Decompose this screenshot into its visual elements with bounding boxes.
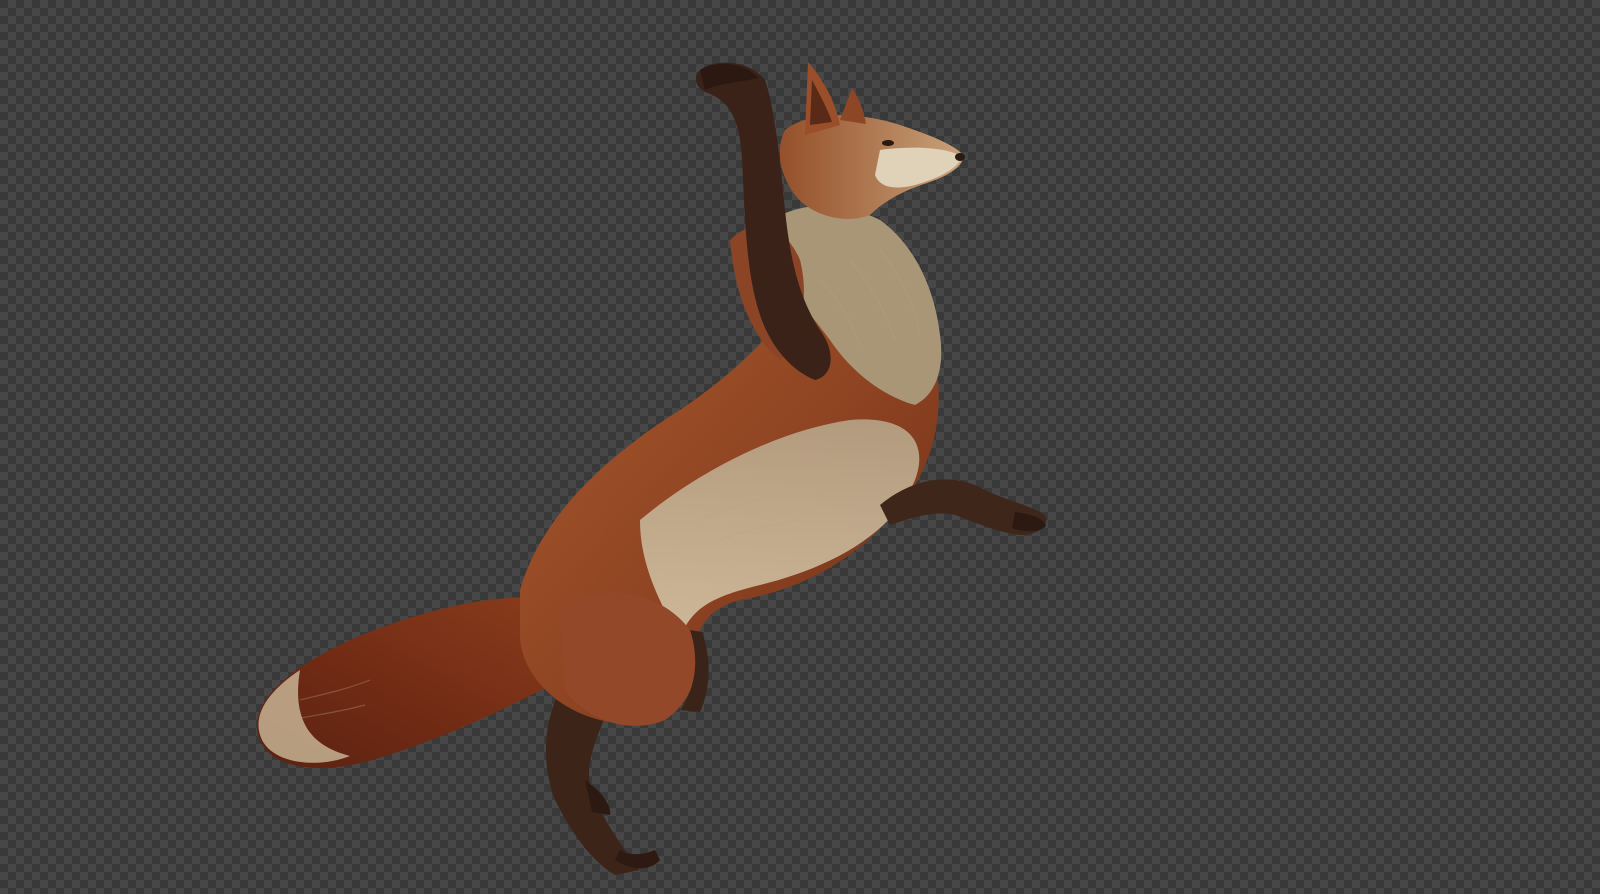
fox-figure-icon	[256, 62, 1047, 875]
transparency-checkerboard-viewport	[0, 0, 1600, 894]
fox-head	[779, 62, 965, 219]
fox-tail	[256, 597, 560, 768]
